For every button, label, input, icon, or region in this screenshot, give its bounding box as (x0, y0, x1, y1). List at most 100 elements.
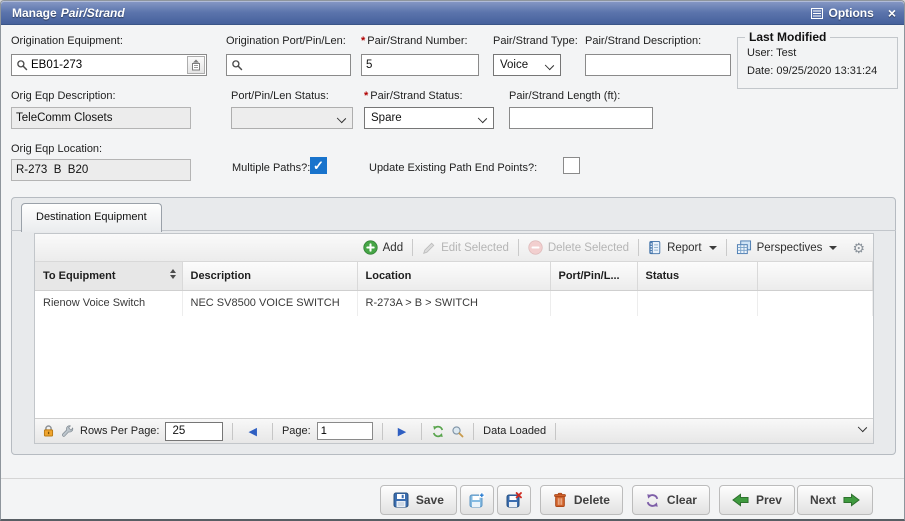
pair-strand-length-field[interactable] (509, 107, 653, 129)
prev-page-icon: ◀ (248, 426, 256, 438)
perspectives-icon (736, 240, 752, 255)
delete-icon (553, 492, 567, 508)
last-modified-date: Date: 09/25/2020 13:31:24 (747, 65, 877, 77)
pager-separator (555, 423, 556, 440)
report-label: Report (667, 242, 702, 254)
origination-port-pin-len-label: Origination Port/Pin/Len: (226, 35, 346, 47)
port-pin-len-status-label: Port/Pin/Len Status: (231, 90, 329, 102)
column-header-description[interactable]: Description (182, 262, 357, 290)
column-header-status[interactable]: Status (637, 262, 757, 290)
chevron-down-icon (545, 61, 554, 70)
titlebar-controls: Options × (811, 1, 896, 25)
next-page-button[interactable]: ▶ (392, 425, 412, 438)
edit-selected-button[interactable]: Edit Selected (415, 237, 516, 259)
update-existing-path-end-points-checkbox[interactable]: ✓ (563, 157, 580, 174)
column-header-location[interactable]: Location (357, 262, 550, 290)
close-button[interactable]: × (888, 6, 896, 20)
origination-port-pin-len-field[interactable] (243, 56, 350, 74)
next-icon (843, 493, 860, 507)
search-results-button[interactable] (451, 425, 464, 438)
origination-port-pin-len-input[interactable] (226, 54, 351, 76)
origination-equipment-label: Origination Equipment: (11, 35, 123, 47)
equipment-picker-button[interactable] (187, 56, 205, 74)
cell-status (637, 290, 757, 316)
customize-button[interactable] (61, 425, 74, 438)
save-icon (393, 492, 409, 508)
cell-description: NEC SV8500 VOICE SWITCH (182, 290, 357, 316)
cell-to-equipment: Rienow Voice Switch (35, 290, 182, 316)
save-label: Save (416, 493, 444, 507)
prev-label: Prev (756, 493, 782, 507)
next-button[interactable]: Next (797, 485, 873, 515)
rows-per-page-label: Rows Per Page: (80, 425, 159, 437)
delete-selected-label: Delete Selected (548, 242, 629, 254)
sort-icon (170, 269, 176, 279)
cell-port-pin-len (550, 290, 637, 316)
prev-button[interactable]: Prev (719, 485, 795, 515)
action-bar: Save Delete Clear Prev Next (380, 485, 873, 515)
prev-page-button[interactable]: ◀ (242, 425, 262, 438)
port-pin-len-status-select[interactable] (231, 107, 353, 129)
pair-strand-description-label: Pair/Strand Description: (585, 35, 701, 47)
chevron-down-icon (337, 114, 346, 123)
pager-status: Data Loaded (483, 425, 546, 437)
dialog-title: ManagePair/Strand (12, 6, 125, 20)
column-header-port-pin-len[interactable]: Port/Pin/L... (550, 262, 637, 290)
column-header-to-equipment[interactable]: To Equipment (35, 262, 182, 290)
origination-equipment-field[interactable] (28, 56, 187, 74)
destination-table: To Equipment Description Location Port/P… (35, 262, 873, 316)
toolbar-separator (412, 239, 413, 256)
origination-equipment-input[interactable] (11, 54, 207, 76)
page-input[interactable] (317, 422, 373, 440)
save-and-close-button[interactable] (497, 485, 531, 515)
pair-strand-type-value: Voice (500, 59, 528, 71)
page-label: Page: (282, 425, 311, 437)
add-button[interactable]: Add (356, 237, 410, 259)
chevron-down-icon (709, 246, 717, 250)
orig-eqp-description-field (11, 107, 191, 129)
pair-strand-type-select[interactable]: Voice (493, 54, 561, 76)
picker-icon (191, 59, 201, 71)
cell-location: R-273A > B > SWITCH (357, 290, 550, 316)
toolbar-separator (726, 239, 727, 256)
delete-selected-button[interactable]: Delete Selected (521, 237, 636, 259)
report-button[interactable]: Report (641, 237, 724, 259)
save-and-new-button[interactable] (460, 485, 494, 515)
action-bar-divider (1, 478, 905, 479)
delete-button[interactable]: Delete (540, 485, 623, 515)
column-header-blank (757, 262, 873, 290)
perspectives-label: Perspectives (757, 242, 823, 254)
grid-toolbar: Add Edit Selected Delete Selected Report (35, 234, 873, 262)
gear-icon[interactable]: ⚙ (852, 241, 865, 255)
pair-strand-status-select[interactable]: Spare (364, 107, 494, 129)
add-icon (363, 240, 378, 255)
pair-strand-length-label: Pair/Strand Length (ft): (509, 90, 620, 102)
close-icon: × (888, 5, 896, 21)
rows-per-page-select[interactable]: 25 (165, 422, 223, 441)
clear-button[interactable]: Clear (632, 485, 710, 515)
last-modified-user: User: Test (747, 47, 796, 59)
options-button[interactable]: Options (811, 6, 873, 20)
clear-label: Clear (667, 493, 697, 507)
lens-icon (451, 425, 464, 438)
save-button[interactable]: Save (380, 485, 457, 515)
orig-eqp-location-label: Orig Eqp Location: (11, 143, 102, 155)
orig-eqp-location-field (11, 159, 191, 181)
chevron-down-icon (858, 423, 867, 432)
delete-selected-icon (528, 240, 543, 255)
multiple-paths-label: Multiple Paths?: (232, 162, 310, 174)
pair-strand-description-field[interactable] (585, 54, 731, 76)
multiple-paths-checkbox[interactable]: ✓ (310, 157, 327, 174)
tab-destination-equipment[interactable]: Destination Equipment (21, 203, 162, 232)
update-existing-path-end-points-label: Update Existing Path End Points?: (369, 162, 537, 174)
title-emphasis: Pair/Strand (61, 6, 125, 20)
table-row[interactable]: Rienow Voice Switch NEC SV8500 VOICE SWI… (35, 290, 873, 316)
perspectives-button[interactable]: Perspectives (729, 237, 845, 259)
lock-button[interactable] (42, 424, 55, 438)
toolbar-separator (518, 239, 519, 256)
check-icon: ✓ (313, 159, 324, 172)
titlebar: ManagePair/Strand Options × (1, 1, 904, 25)
pair-strand-number-field[interactable] (361, 54, 479, 76)
lock-icon (42, 424, 55, 438)
refresh-button[interactable] (431, 425, 445, 438)
